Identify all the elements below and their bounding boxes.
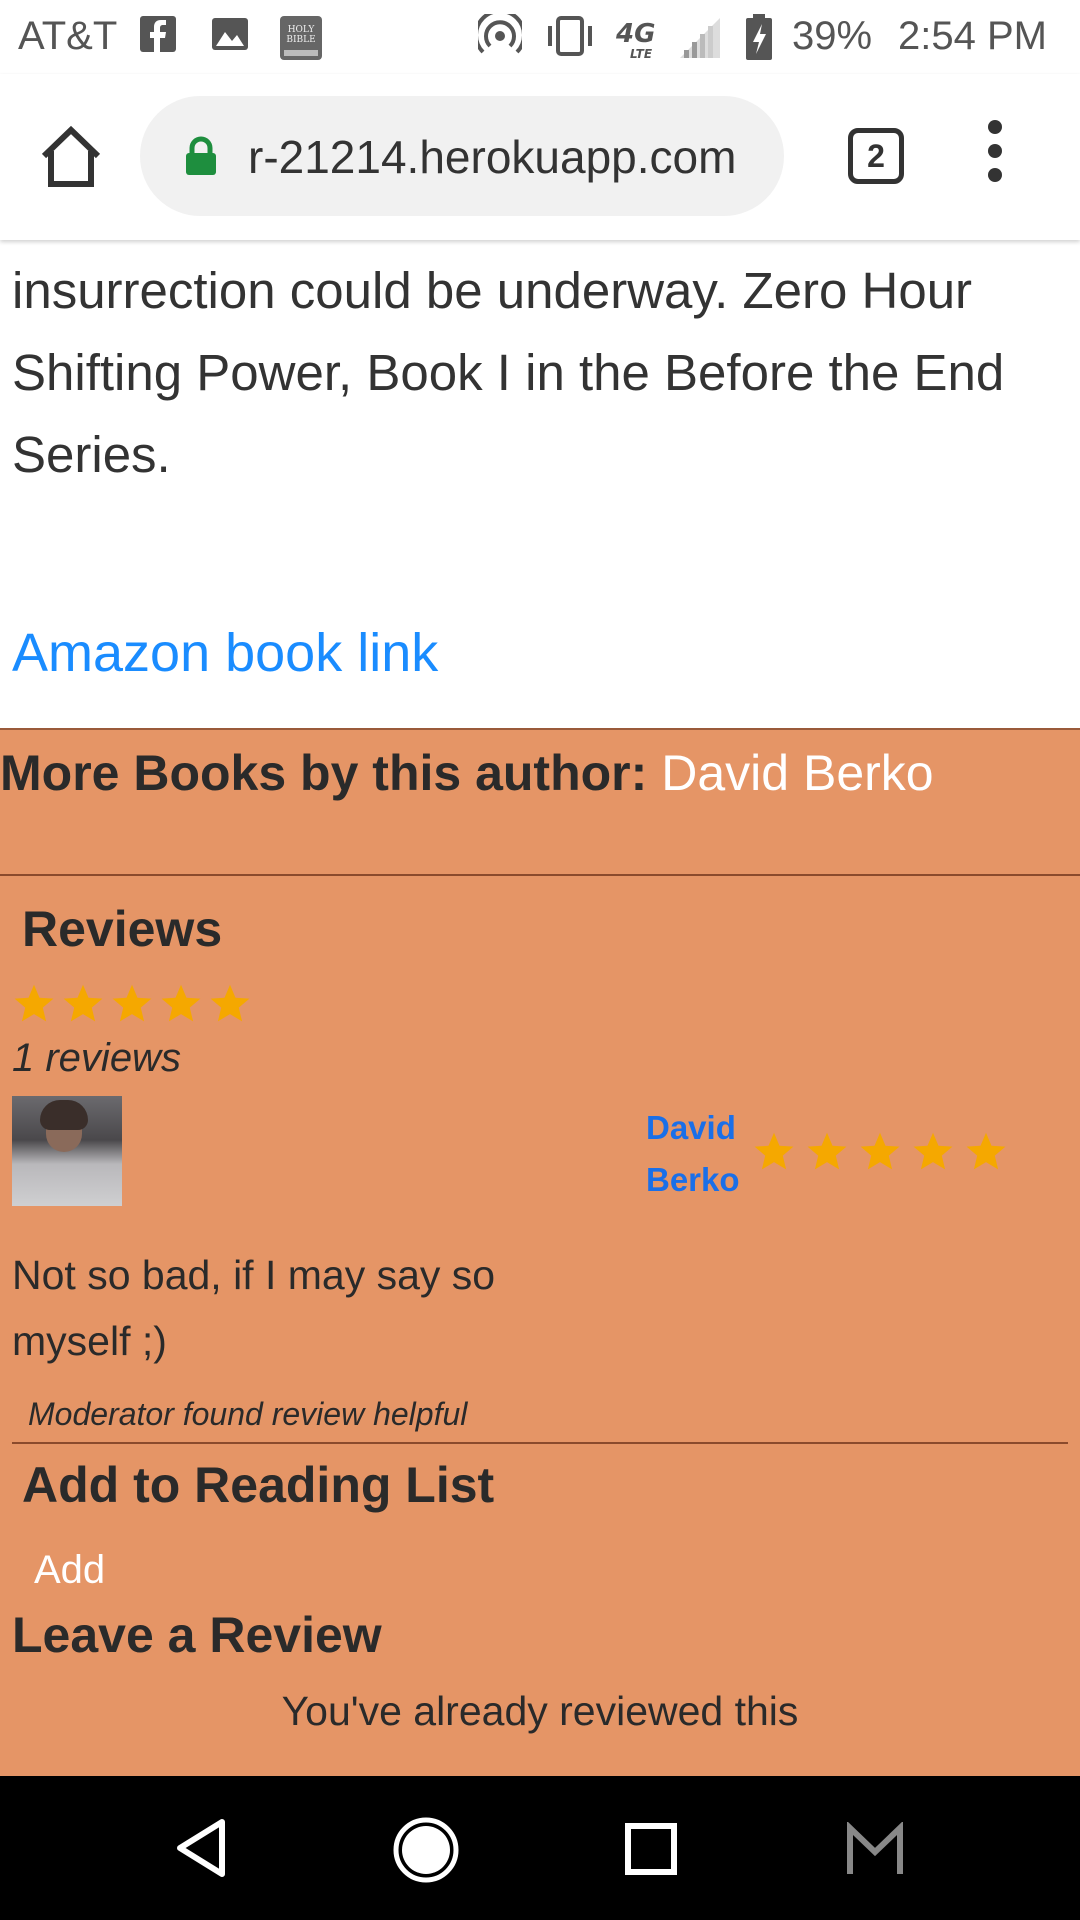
review-text: Not so bad, if I may say so myself ;) bbox=[12, 1252, 496, 1364]
home-icon[interactable] bbox=[38, 124, 104, 190]
book-description: insurrection could be underway. Zero Hou… bbox=[12, 262, 1005, 483]
overflow-menu-icon[interactable] bbox=[980, 120, 1010, 190]
url-text: r-21214.herokuapp.com bbox=[248, 131, 737, 183]
recents-icon[interactable] bbox=[624, 1822, 678, 1876]
star-icon bbox=[112, 984, 152, 1022]
home-circle-icon[interactable] bbox=[392, 1816, 460, 1884]
clock: 2:54 PM bbox=[898, 14, 1047, 58]
svg-text:LTE: LTE bbox=[630, 47, 653, 61]
svg-text:HOLY: HOLY bbox=[288, 25, 316, 35]
divider bbox=[12, 1442, 1068, 1444]
carrier-label: AT&T bbox=[18, 14, 118, 58]
more-books-heading: More Books by this author: David Berko bbox=[0, 744, 934, 802]
status-bar: AT&T HOLY BIBLE 4G LTE 39% 2:54 PM bbox=[0, 0, 1080, 74]
author-link[interactable]: David Berko bbox=[661, 745, 933, 801]
facebook-icon bbox=[140, 16, 176, 52]
review-count: 1 reviews bbox=[12, 1036, 181, 1080]
star-icon bbox=[966, 1132, 1006, 1170]
star-icon bbox=[860, 1132, 900, 1170]
already-reviewed-message: You've already reviewed this bbox=[281, 1688, 799, 1734]
book-details-section: More Books by this author: David Berko Re… bbox=[0, 728, 1080, 1778]
reviewer-name-link[interactable]: David Berko bbox=[646, 1102, 746, 1206]
amazon-book-link[interactable]: Amazon book link bbox=[12, 622, 438, 684]
star-icon bbox=[14, 984, 54, 1022]
4g-lte-icon: 4G LTE bbox=[615, 19, 655, 61]
star-icon bbox=[161, 984, 201, 1022]
add-to-reading-list-button[interactable]: Add bbox=[34, 1548, 105, 1593]
vibrate-icon bbox=[548, 16, 592, 56]
back-icon[interactable] bbox=[172, 1816, 228, 1880]
more-books-label: More Books by this author: bbox=[0, 745, 648, 801]
star-icon bbox=[63, 984, 103, 1022]
svg-text:4G: 4G bbox=[615, 19, 655, 49]
leave-review-heading: Leave a Review bbox=[12, 1607, 382, 1663]
url-bar[interactable]: r-21214.herokuapp.com bbox=[140, 96, 784, 216]
hotspot-icon bbox=[478, 14, 522, 54]
tab-switcher-button[interactable]: 2 bbox=[848, 128, 904, 184]
signal-icon bbox=[680, 18, 720, 58]
reading-list-heading: Add to Reading List bbox=[22, 1457, 495, 1513]
navigation-bar bbox=[0, 1776, 1080, 1920]
bible-icon: HOLY BIBLE bbox=[280, 16, 322, 60]
battery-percentage: 39% bbox=[792, 14, 873, 58]
reviewer-avatar[interactable] bbox=[12, 1096, 122, 1206]
reviews-heading: Reviews bbox=[22, 901, 223, 957]
gmail-icon[interactable] bbox=[844, 1822, 906, 1876]
star-icon bbox=[807, 1132, 847, 1170]
star-icon bbox=[754, 1132, 794, 1170]
battery-charging-icon bbox=[746, 14, 772, 60]
average-rating bbox=[12, 982, 252, 1026]
divider bbox=[0, 874, 1080, 876]
star-icon bbox=[210, 984, 250, 1022]
image-icon bbox=[212, 18, 248, 50]
review-rating bbox=[752, 1130, 1008, 1174]
star-icon bbox=[913, 1132, 953, 1170]
helpful-note: Moderator found review helpful bbox=[28, 1396, 468, 1432]
lock-icon bbox=[186, 136, 216, 175]
svg-text:BIBLE: BIBLE bbox=[286, 35, 315, 45]
browser-toolbar: r-21214.herokuapp.com 2 bbox=[0, 74, 1080, 240]
